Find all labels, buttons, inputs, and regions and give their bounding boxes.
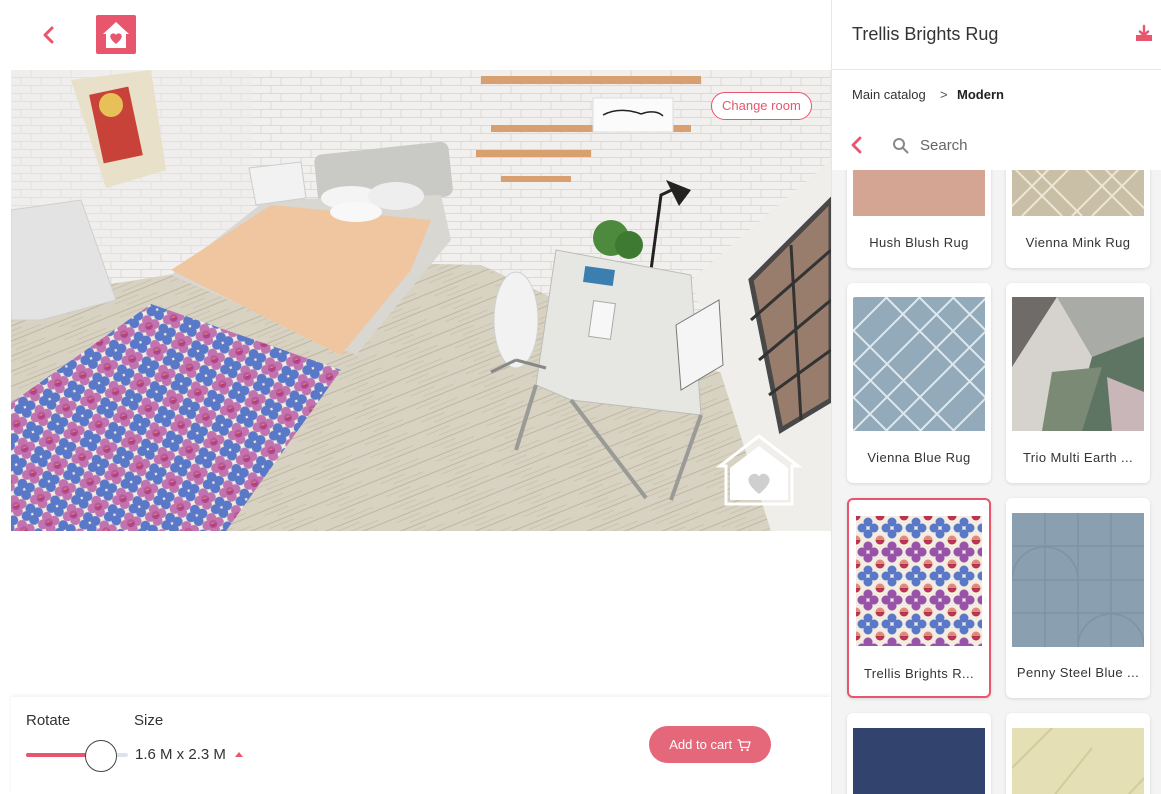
caret-up-icon[interactable] xyxy=(235,752,243,757)
change-room-button[interactable]: Change room xyxy=(711,92,812,120)
top-bar xyxy=(0,0,831,70)
cart-icon xyxy=(737,739,751,752)
product-name: Vienna Mink Rug xyxy=(1025,235,1131,250)
product-thumbnail xyxy=(1012,297,1144,431)
product-name: Trio Multi Earth ... xyxy=(1022,450,1134,465)
product-thumbnail xyxy=(853,728,985,794)
product-name: Vienna Blue Rug xyxy=(867,450,971,465)
product-thumbnail xyxy=(1012,513,1144,647)
rug-controls: Rotate Size 1.6 M x 2.3 M Add to cart xyxy=(11,697,831,794)
product-card-penny-steel-blue[interactable]: Penny Steel Blue ... xyxy=(1006,498,1150,698)
house-heart-watermark-icon xyxy=(716,434,802,506)
panel-header: Trellis Brights Rug xyxy=(832,0,1161,70)
search-bar xyxy=(832,120,1161,170)
product-card-trio-multi-earth[interactable]: Trio Multi Earth ... xyxy=(1006,283,1150,483)
add-to-cart-label: Add to cart xyxy=(669,737,733,752)
rotate-slider-thumb[interactable] xyxy=(85,740,117,772)
product-name: Trellis Brights R... xyxy=(863,666,975,681)
size-selector[interactable]: 1.6 M x 2.3 M xyxy=(135,746,226,763)
product-card-vienna-blue[interactable]: Vienna Blue Rug xyxy=(847,283,991,483)
chevron-left-icon xyxy=(851,136,862,154)
product-name: Penny Steel Blue ... xyxy=(1016,665,1140,680)
product-card-vienna-mink[interactable]: Vienna Mink Rug xyxy=(1006,170,1150,268)
product-card-hush-blush[interactable]: Hush Blush Rug xyxy=(847,170,991,268)
product-thumbnail xyxy=(856,516,982,646)
product-thumbnail xyxy=(853,170,985,216)
breadcrumb-separator: > xyxy=(940,87,948,102)
rotate-label: Rotate xyxy=(26,712,71,729)
product-grid: Hush Blush Rug Vienna Mink Rug Vienna Bl… xyxy=(832,170,1161,794)
product-name: Hush Blush Rug xyxy=(869,235,969,250)
product-title: Trellis Brights Rug xyxy=(852,24,999,44)
chevron-left-icon xyxy=(43,26,54,44)
product-panel: Trellis Brights Rug Main catalog > Moder… xyxy=(831,0,1161,794)
product-thumbnail xyxy=(1012,170,1144,216)
breadcrumb-current: Modern xyxy=(957,87,1004,102)
product-card-trellis-brights[interactable]: Trellis Brights R... xyxy=(847,498,991,698)
search-input[interactable] xyxy=(920,132,1140,158)
product-thumbnail xyxy=(853,297,985,431)
add-to-cart-button[interactable]: Add to cart xyxy=(649,726,771,763)
breadcrumb-main-catalog[interactable]: Main catalog xyxy=(852,87,926,102)
category-back-button[interactable] xyxy=(846,134,868,156)
house-heart-logo-icon[interactable] xyxy=(96,15,136,54)
breadcrumb: Main catalog > Modern xyxy=(832,70,1161,120)
size-label: Size xyxy=(134,712,164,729)
product-card[interactable] xyxy=(1006,713,1150,794)
download-icon[interactable] xyxy=(1134,24,1154,44)
room-image xyxy=(11,70,831,531)
product-thumbnail xyxy=(1012,728,1144,794)
back-button[interactable] xyxy=(36,22,62,48)
search-icon xyxy=(893,138,909,154)
product-card[interactable] xyxy=(847,713,991,794)
room-preview[interactable]: Change room xyxy=(11,70,831,531)
